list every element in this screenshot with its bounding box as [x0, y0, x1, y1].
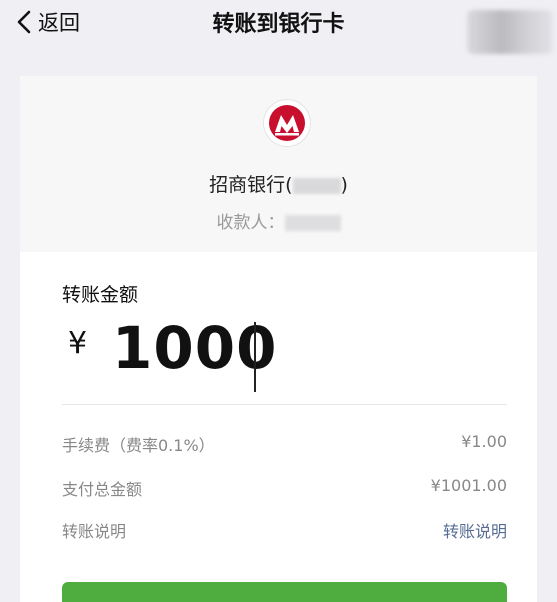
- amount-label: 转账金额: [62, 284, 139, 306]
- currency-symbol: ¥: [68, 326, 88, 361]
- total-value: ¥1001.00: [430, 476, 507, 495]
- fee-row: 手续费（费率0.1%） ¥1.00: [62, 432, 507, 456]
- bank-name-text: 招商银行(: [209, 174, 293, 196]
- note-label: 转账说明: [62, 522, 127, 541]
- bank-name: 招商银行(): [20, 170, 537, 197]
- amount-card: 转账金额 ¥ 1000 手续费（费率0.1%） ¥1.00 支付总金额 ¥100…: [20, 252, 537, 602]
- total-label: 支付总金额: [62, 480, 143, 499]
- text-caret: [254, 322, 256, 392]
- bank-name-close: ): [340, 174, 348, 196]
- fee-value: ¥1.00: [461, 432, 507, 451]
- fee-label: 手续费（费率0.1%）: [62, 436, 215, 455]
- amount-input[interactable]: 1000: [112, 314, 277, 382]
- note-row: 转账说明 转账说明: [62, 518, 507, 542]
- top-nav-bar: 返回 转账到银行卡: [0, 0, 557, 54]
- confirm-transfer-button[interactable]: [62, 582, 507, 602]
- payee-label: 收款人：: [216, 213, 285, 233]
- blurred-nav-action[interactable]: [467, 10, 553, 54]
- bank-info-card: 招商银行() 收款人：: [20, 76, 537, 252]
- divider: [62, 404, 507, 405]
- payee: 收款人：: [20, 208, 537, 233]
- note-link[interactable]: 转账说明: [443, 518, 507, 542]
- cmb-logo-icon: [269, 105, 305, 141]
- total-row: 支付总金额 ¥1001.00: [62, 476, 507, 500]
- transfer-page: 返回 转账到银行卡 招商银行() 收款人： 转账金额 ¥ 1000 手续费（费率…: [0, 0, 557, 602]
- masked-payee-name: [284, 215, 341, 231]
- masked-card-number: [292, 177, 341, 194]
- bank-logo: [264, 100, 310, 146]
